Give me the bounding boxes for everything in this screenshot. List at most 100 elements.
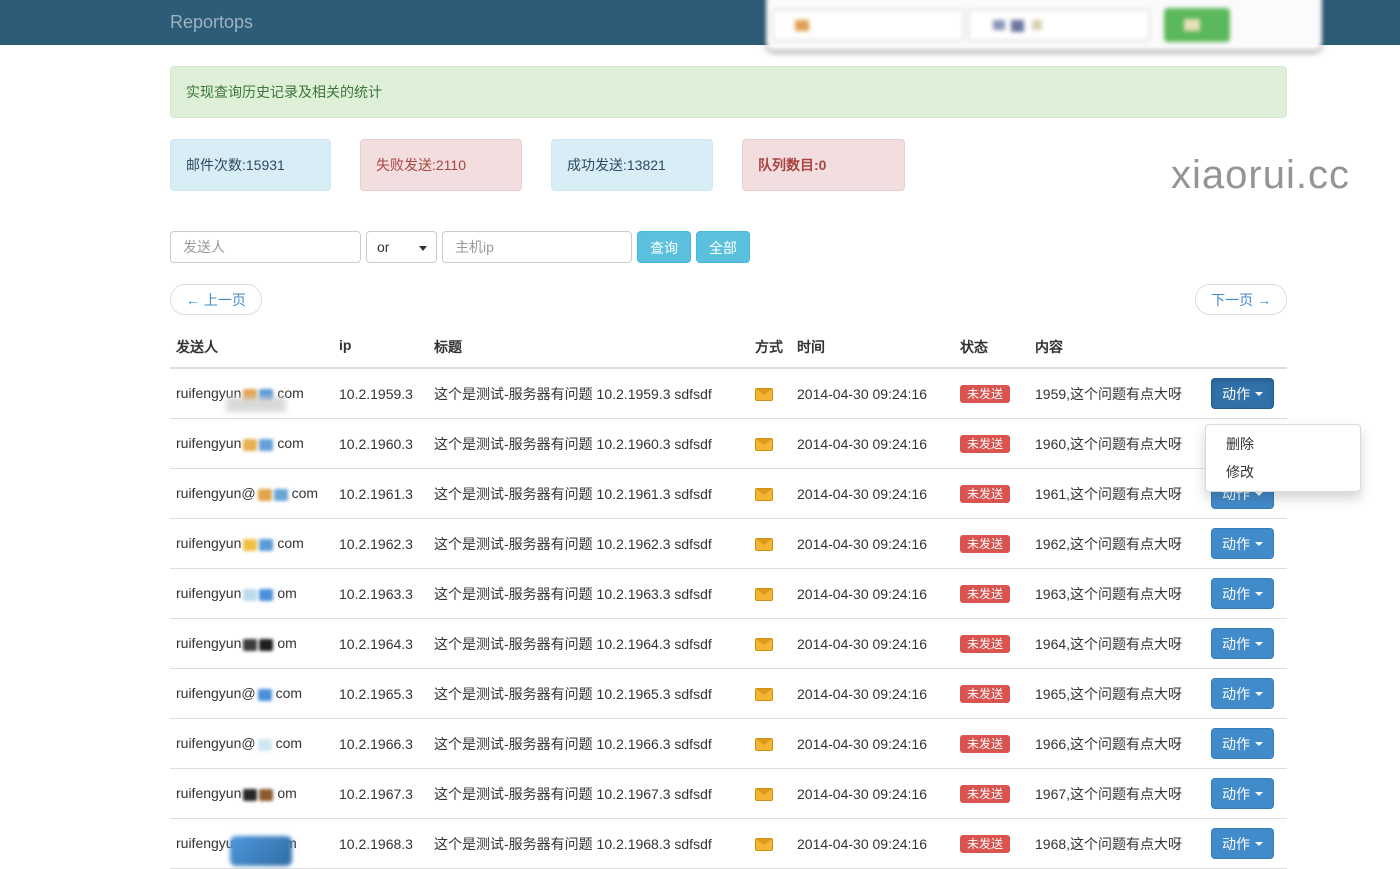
caret-icon <box>1255 392 1263 396</box>
operator-select[interactable]: or <box>366 231 437 263</box>
sender-cell: ruifengyunom <box>170 585 333 602</box>
sender-cell: ruifengyun om <box>170 785 333 802</box>
action-button[interactable]: 动作 <box>1211 678 1274 709</box>
dropdown-item-0[interactable]: 删除 <box>1206 430 1360 458</box>
sender-suffix: com <box>277 535 303 551</box>
sender-cell: ruifengyun@ com <box>170 485 333 502</box>
censor-patches <box>243 586 275 602</box>
stat-queue-count: 队列数目:0 <box>742 139 905 191</box>
stat-failed-count: 失败发送:2110 <box>360 139 522 191</box>
next-page-button[interactable]: 下一页 → <box>1195 284 1287 315</box>
censored-text <box>274 489 288 501</box>
action-button[interactable]: 动作 <box>1211 378 1274 409</box>
all-button[interactable]: 全部 <box>696 231 750 263</box>
status-badge: 未发送 <box>960 735 1010 753</box>
action-cell: 动作 <box>1205 628 1287 659</box>
action-button[interactable]: 动作 <box>1211 828 1274 859</box>
action-button[interactable]: 动作 <box>1211 528 1274 559</box>
title-cell: 这个是测试-服务器有问题 10.2.1962.3 sdfsdf <box>428 534 749 554</box>
prev-page-button[interactable]: ← 上一页 <box>170 284 262 315</box>
ip-cell: 10.2.1964.3 <box>333 636 428 652</box>
action-button[interactable]: 动作 <box>1211 728 1274 759</box>
status-cell: 未发送 <box>954 835 1029 853</box>
censored-text <box>259 439 273 451</box>
success-alert: 实现查询历史记录及相关的统计 <box>170 66 1287 118</box>
title-cell: 这个是测试-服务器有问题 10.2.1963.3 sdfsdf <box>428 584 749 604</box>
content-cell: 1967,这个问题有点大呀 <box>1029 784 1205 804</box>
table-row: ruifengyun@com 10.2.1966.3 这个是测试-服务器有问题 … <box>170 719 1287 769</box>
host-ip-input[interactable] <box>442 231 632 263</box>
caret-icon <box>1255 842 1263 846</box>
method-cell <box>749 536 791 552</box>
sender-suffix: com <box>276 685 302 701</box>
mail-table: 发送人 ip 标题 方式 时间 状态 内容 ruifengyuncom 10.2… <box>170 329 1287 869</box>
title-cell: 这个是测试-服务器有问题 10.2.1967.3 sdfsdf <box>428 784 749 804</box>
method-cell <box>749 636 791 652</box>
sender-cell: ruifengyuncom <box>170 385 333 402</box>
sender-prefix: ruifengyun <box>176 535 241 551</box>
mail-icon <box>755 638 773 651</box>
censored-text <box>243 539 257 551</box>
method-cell <box>749 586 791 602</box>
content-cell: 1963,这个问题有点大呀 <box>1029 584 1205 604</box>
method-cell <box>749 736 791 752</box>
status-cell: 未发送 <box>954 435 1029 453</box>
status-badge: 未发送 <box>960 635 1010 653</box>
censor-patches <box>258 486 290 502</box>
table-row: ruifengyunom 10.2.1963.3 这个是测试-服务器有问题 10… <box>170 569 1287 619</box>
query-button[interactable]: 查询 <box>637 231 691 263</box>
sender-cell: ruifengyun@com <box>170 685 333 702</box>
censored-text <box>259 789 273 801</box>
caret-icon <box>1255 692 1263 696</box>
action-button[interactable]: 动作 <box>1211 628 1274 659</box>
censor-blob <box>226 397 286 412</box>
title-cell: 这个是测试-服务器有问题 10.2.1961.3 sdfsdf <box>428 484 749 504</box>
content-cell: 1968,这个问题有点大呀 <box>1029 834 1205 854</box>
status-cell: 未发送 <box>954 735 1029 753</box>
ip-cell: 10.2.1967.3 <box>333 786 428 802</box>
action-button[interactable]: 动作 <box>1211 778 1274 809</box>
mail-icon <box>755 488 773 501</box>
censored-text <box>258 739 272 751</box>
title-cell: 这个是测试-服务器有问题 10.2.1964.3 sdfsdf <box>428 634 749 654</box>
status-cell: 未发送 <box>954 685 1029 703</box>
sender-suffix: com <box>277 435 303 451</box>
status-badge: 未发送 <box>960 685 1010 703</box>
sender-input[interactable] <box>170 231 361 263</box>
sender-prefix: ruifengyun <box>176 585 241 601</box>
dropdown-item-1[interactable]: 修改 <box>1206 458 1360 486</box>
sender-prefix: ruifengyun <box>176 785 241 801</box>
navbar: Reportops <box>0 0 1400 45</box>
censored-text <box>259 539 273 551</box>
content-cell: 1961,这个问题有点大呀 <box>1029 484 1205 504</box>
header-ip: ip <box>333 337 428 357</box>
action-button[interactable]: 动作 <box>1211 578 1274 609</box>
sender-suffix: om <box>277 635 296 651</box>
method-cell <box>749 436 791 452</box>
status-badge: 未发送 <box>960 585 1010 603</box>
sender-prefix: ruifengyun@ <box>176 735 256 751</box>
action-button-label: 动作 <box>1222 734 1250 754</box>
content-cell: 1964,这个问题有点大呀 <box>1029 634 1205 654</box>
time-cell: 2014-04-30 09:24:16 <box>791 536 954 552</box>
time-cell: 2014-04-30 09:24:16 <box>791 786 954 802</box>
status-badge: 未发送 <box>960 785 1010 803</box>
caret-icon <box>1255 492 1263 496</box>
blurred-thumbnail <box>1011 20 1024 32</box>
chevron-down-icon <box>419 246 427 251</box>
censored-text <box>259 639 273 651</box>
blurred-thumbnail <box>795 20 809 31</box>
action-cell: 动作 <box>1205 678 1287 709</box>
censored-text <box>258 689 272 701</box>
brand-logo[interactable]: Reportops <box>170 0 253 45</box>
stats-row: 邮件次数:15931 失败发送:2110 成功发送:13821 队列数目:0 <box>170 139 1287 191</box>
content-cell: 1966,这个问题有点大呀 <box>1029 734 1205 754</box>
sender-prefix: ruifengyun <box>176 635 241 651</box>
censor-patches <box>243 436 275 452</box>
sender-cell: ruifengyun@com <box>170 735 333 752</box>
sender-suffix: om <box>277 785 296 801</box>
mail-icon <box>755 588 773 601</box>
table-row: ruifengyun@com 10.2.1965.3 这个是测试-服务器有问题 … <box>170 669 1287 719</box>
sender-suffix: com <box>292 485 318 501</box>
sender-prefix: ruifengyun@ <box>176 485 256 501</box>
